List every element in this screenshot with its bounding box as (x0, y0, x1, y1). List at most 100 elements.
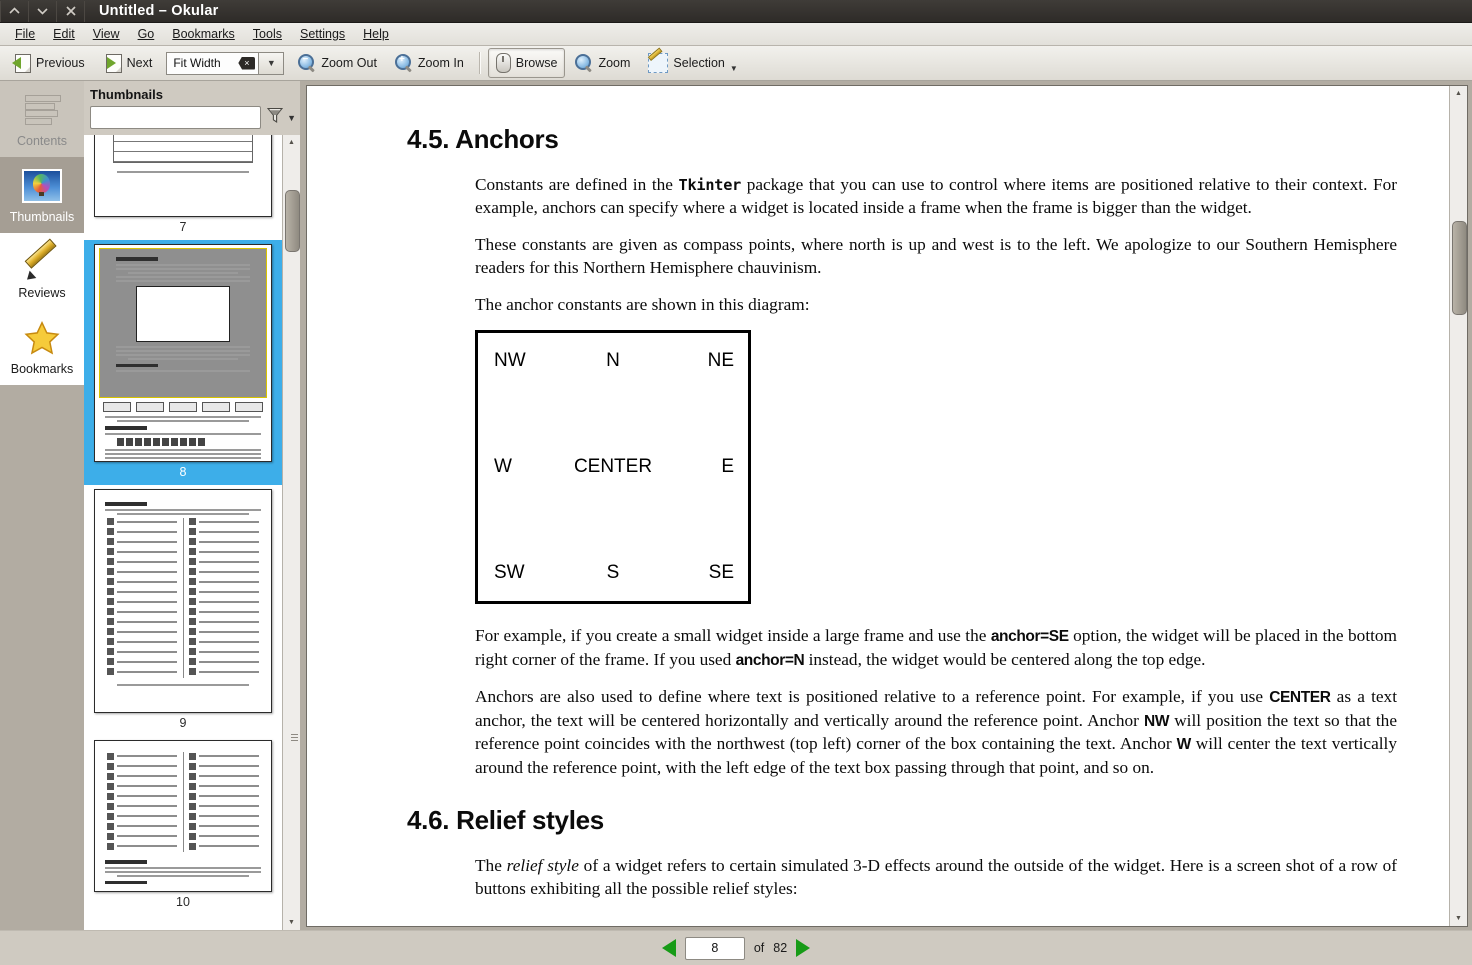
paragraph-text: The (475, 856, 507, 876)
document-viewport: 4.5. Anchors Constants are defined in th… (306, 85, 1468, 927)
inline-bold-center: CENTER (1269, 689, 1331, 707)
inline-bold-anchor-se: anchor=SE (990, 628, 1069, 645)
zoom-combo[interactable]: Fit Width × ▼ (166, 51, 285, 75)
paragraph-diagram-lead: The anchor constants are shown in this d… (475, 295, 810, 314)
scroll-up-arrow-icon[interactable]: ▲ (1451, 86, 1466, 101)
menu-edit[interactable]: Edit (44, 25, 84, 43)
sidebar-item-contents-label: Contents (16, 134, 68, 148)
scrollbar-track[interactable] (284, 150, 300, 915)
list-item[interactable]: 10 (84, 736, 282, 915)
scroll-up-arrow-icon[interactable]: ▲ (284, 135, 299, 150)
sidebar-item-thumbnails[interactable]: Thumbnails (0, 157, 84, 233)
page-number-input[interactable]: 8 (684, 936, 745, 960)
splitter-grip[interactable] (291, 730, 298, 744)
toolbar-separator (478, 52, 481, 74)
okular-window: Untitled – Okular File Edit View Go Book… (0, 0, 1472, 965)
thumbnails-panel-title: Thumbnails (90, 87, 163, 102)
inline-code-tkinter: Tkinter (678, 176, 742, 194)
menu-bookmarks[interactable]: Bookmarks (163, 25, 244, 43)
thumbnail-page-number: 7 (179, 220, 187, 234)
document-area: 4.5. Anchors Constants are defined in th… (302, 81, 1472, 930)
minimize-button[interactable] (29, 0, 57, 22)
anchor-label-center: CENTER (573, 456, 653, 477)
search-input[interactable] (90, 106, 262, 129)
menu-edit-label: Edit (53, 27, 75, 41)
scroll-down-arrow-icon[interactable]: ▼ (284, 915, 299, 930)
zoom-out-label: Zoom Out (321, 56, 377, 70)
thumbnail-image (94, 489, 272, 713)
anchor-label-e: E (721, 456, 734, 477)
paragraph-compass-points: These constants are given as compass poi… (475, 235, 1397, 277)
sidebar-item-contents[interactable]: Contents (0, 81, 84, 157)
bookmarks-star-icon (22, 318, 62, 358)
menu-help[interactable]: Help (354, 25, 398, 43)
paragraph-text-anchors: Anchors are also used to define where te… (407, 685, 1397, 779)
scrollbar-handle[interactable] (1452, 221, 1467, 315)
inline-bold-w: W (1176, 736, 1192, 754)
funnel-icon[interactable] (266, 107, 284, 129)
menu-view[interactable]: View (84, 25, 129, 43)
magnifier-icon (575, 54, 593, 73)
page-content: 4.5. Anchors Constants are defined in th… (307, 86, 1449, 900)
menu-settings[interactable]: Settings (291, 25, 354, 43)
menu-go[interactable]: Go (129, 25, 164, 43)
anchor-label-s: S (606, 562, 620, 583)
selection-dropdown-arrow-icon[interactable]: ▼ (730, 64, 738, 77)
list-item[interactable]: 7 (84, 135, 282, 240)
zoom-tool-label: Zoom (598, 56, 631, 70)
thumbnail-page-number: 9 (179, 716, 187, 730)
document-scrollbar[interactable]: ▲ ▼ (1449, 86, 1467, 926)
shade-button[interactable] (0, 0, 29, 22)
zoom-tool-button[interactable]: Zoom (567, 48, 638, 78)
sidebar-item-reviews[interactable]: Reviews (0, 233, 84, 309)
paragraph-text: of a widget refers to certain simulated … (475, 856, 1397, 899)
menu-tools[interactable]: Tools (244, 25, 291, 43)
thumbnails-scrollbar[interactable]: ▲ ▼ (282, 135, 300, 930)
scrollbar-track[interactable] (1451, 101, 1467, 911)
main-toolbar: Previous Next Fit Width × ▼ − Zoom Out + (0, 46, 1472, 81)
next-page-triangle-icon[interactable] (796, 939, 811, 957)
thumbnail-page-number: 10 (176, 895, 190, 909)
browse-label: Browse (515, 56, 558, 70)
anchor-label-w: W (494, 456, 512, 477)
reviews-pencil-icon (22, 238, 62, 284)
thumbnail-image (94, 244, 272, 462)
chevron-down-icon[interactable]: ▼ (258, 51, 285, 75)
next-page-button[interactable]: Next (95, 48, 161, 78)
menu-file-label: File (15, 27, 36, 41)
page-title: 4.5. Anchors (407, 124, 559, 154)
previous-page-button[interactable]: Previous (4, 48, 93, 78)
browse-tool-button[interactable]: Browse (487, 48, 566, 78)
inline-bold-anchor-n: anchor=N (735, 651, 805, 669)
previous-page-icon (12, 54, 31, 73)
selection-label: Selection (673, 56, 725, 70)
scroll-down-arrow-icon[interactable]: ▼ (1451, 911, 1466, 926)
page-of-label: of (753, 941, 765, 955)
menu-bookmarks-label: Bookmarks (172, 27, 235, 41)
filter-dropdown-arrow-icon[interactable]: ▼ (287, 113, 296, 123)
clear-icon[interactable]: × (238, 56, 256, 70)
zoom-in-button[interactable]: + Zoom In (387, 48, 472, 78)
thumbnails-scroll-area: 7 8 9 10 (84, 135, 282, 930)
list-item[interactable]: 9 (84, 485, 282, 736)
list-item[interactable]: 8 (84, 240, 282, 485)
anchor-label-n: N (606, 350, 620, 371)
paragraph-text: Constants are defined in the (475, 175, 679, 194)
document-page[interactable]: 4.5. Anchors Constants are defined in th… (307, 86, 1449, 926)
zoom-combo-field[interactable]: Fit Width × (166, 51, 259, 75)
total-pages-label: 82 (773, 941, 788, 955)
thumbnail-page-number: 8 (179, 465, 187, 479)
zoom-out-button[interactable]: − Zoom Out (290, 48, 385, 78)
scrollbar-handle[interactable] (285, 190, 300, 252)
previous-page-label: Previous (36, 56, 85, 70)
thumbnails-panel: Thumbnails ▼ 7 8 9 10 ▲ ▼ (84, 81, 302, 930)
menu-file[interactable]: File (6, 25, 44, 43)
selection-tool-button[interactable]: Selection ▼ (640, 47, 745, 78)
previous-page-triangle-icon[interactable] (661, 939, 676, 957)
sidebar-item-bookmarks[interactable]: Bookmarks (0, 309, 84, 385)
paragraph-anchors-intro: Constants are defined in the Tkinter pac… (407, 173, 1397, 219)
close-button[interactable] (57, 0, 85, 22)
anchor-constants-diagram: NW N NE W CENTER E SW S SE (475, 330, 751, 604)
page-navigation-bar: 8 of 82 (0, 930, 1472, 965)
next-page-icon (103, 54, 122, 73)
